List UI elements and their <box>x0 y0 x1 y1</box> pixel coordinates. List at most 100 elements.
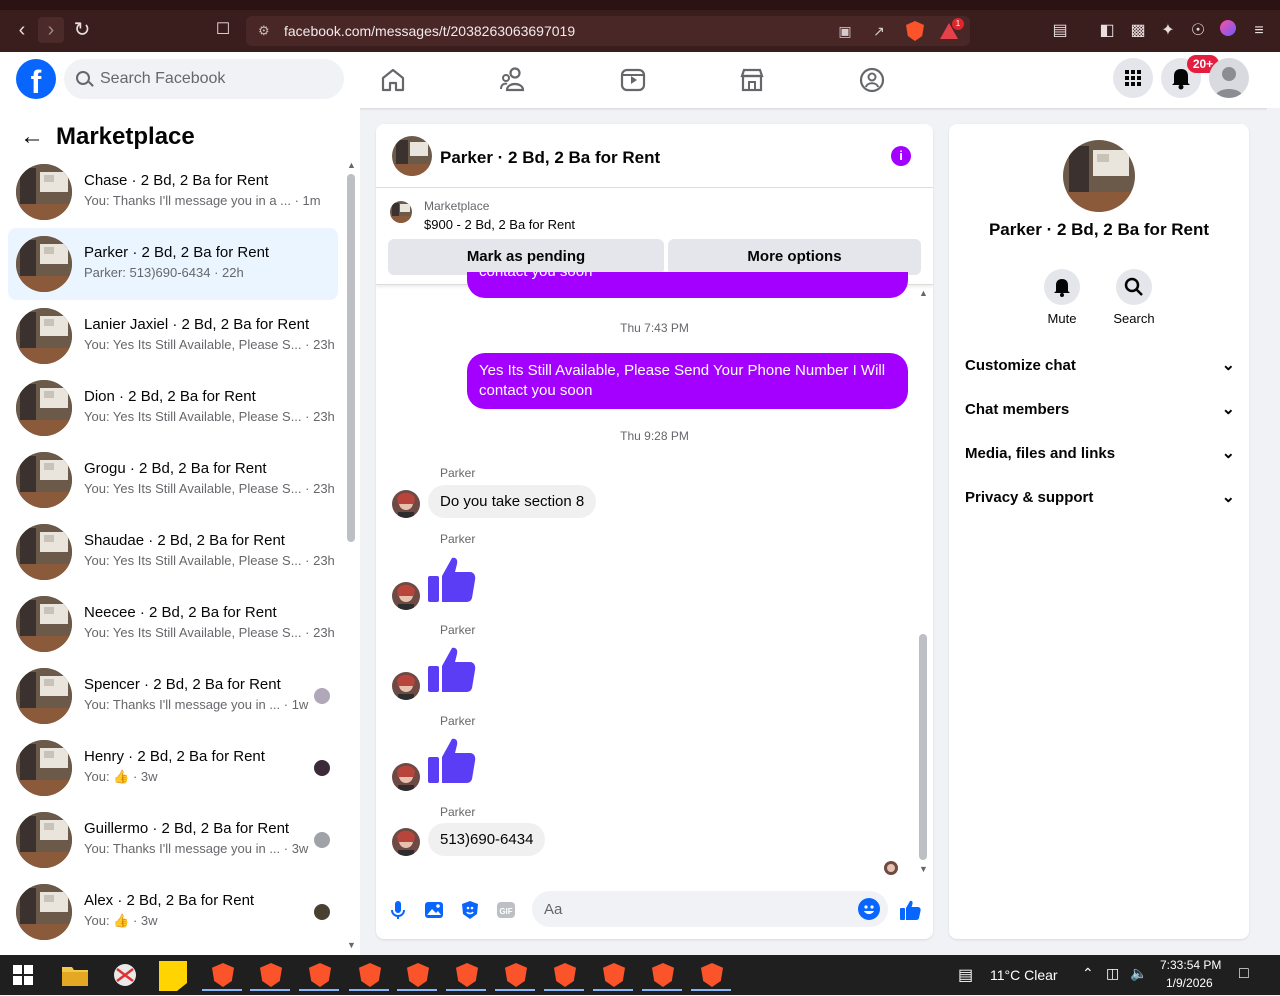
sender-avatar[interactable] <box>392 582 420 610</box>
brave-taskbar-button[interactable] <box>202 959 242 991</box>
reload-icon[interactable]: ↻ <box>69 17 95 43</box>
conversation-item[interactable]: Alex · 2 Bd, 2 Ba for Rent You: 👍 · 3w <box>8 876 338 948</box>
menu-icon[interactable]: ≡ <box>1248 20 1270 42</box>
start-button[interactable] <box>3 959 43 991</box>
conversation-item[interactable]: Guillermo · 2 Bd, 2 Ba for Rent You: Than… <box>8 804 338 876</box>
mute-button[interactable]: Mute <box>1032 269 1092 326</box>
sender-avatar[interactable] <box>392 672 420 700</box>
friends-icon[interactable] <box>495 62 531 98</box>
back-arrow-icon[interactable]: ← <box>20 122 46 152</box>
vpn-icon[interactable]: ☉ <box>1187 20 1209 42</box>
search-input[interactable] <box>100 59 330 99</box>
back-icon[interactable]: ‹ <box>9 17 35 43</box>
weather-icon[interactable]: ▤ <box>958 965 973 985</box>
outgoing-message: Yes Its Still Available, Please Send You… <box>467 353 908 409</box>
customize-chat-row[interactable]: Customize chat ⌄ <box>965 344 1235 388</box>
sticky-notes-icon[interactable] <box>153 959 193 991</box>
clock-time[interactable]: 7:33:54 PM <box>1160 958 1221 972</box>
chat-avatar[interactable] <box>392 136 432 176</box>
home-icon[interactable] <box>375 62 411 98</box>
brave-taskbar-button[interactable] <box>691 959 731 991</box>
mark-as-pending-button[interactable]: Mark as pending <box>388 239 664 275</box>
chat-members-row[interactable]: Chat members ⌄ <box>965 388 1235 432</box>
facebook-header: f 20+ <box>0 52 1280 108</box>
search-button[interactable]: Search <box>1104 269 1164 326</box>
scroll-down-arrow-icon[interactable]: ▼ <box>919 864 928 874</box>
grid-icon <box>1125 70 1141 86</box>
gif-icon[interactable]: GIF <box>494 898 518 922</box>
conversation-item[interactable]: Dion · 2 Bd, 2 Ba for Rent You: Yes Its S… <box>8 372 338 444</box>
reader-icon[interactable]: ▤ <box>1049 20 1071 42</box>
conversation-name: Alex · 2 Bd, 2 Ba for Rent <box>84 892 255 909</box>
conversation-thumbnail <box>16 524 72 580</box>
bookmark-icon[interactable]: ☐ <box>210 17 236 43</box>
conversation-snippet: You: 👍 · 3w <box>84 913 158 928</box>
message-box[interactable] <box>532 891 888 927</box>
info-icon[interactable]: i <box>891 146 911 166</box>
sender-avatar[interactable] <box>392 763 420 791</box>
share-icon[interactable]: ↗ <box>870 22 888 40</box>
groups-icon[interactable] <box>854 62 890 98</box>
emoji-icon[interactable] <box>858 898 880 920</box>
page-scrollbar[interactable] <box>1267 108 1280 955</box>
sidebar-icon[interactable]: ◧ <box>1096 20 1118 42</box>
like-icon[interactable] <box>898 898 922 922</box>
photo-icon[interactable] <box>422 898 446 922</box>
clock-date[interactable]: 1/9/2026 <box>1166 976 1213 990</box>
brave-taskbar-button[interactable] <box>544 959 584 991</box>
brave-taskbar-button[interactable] <box>299 959 339 991</box>
message-input[interactable] <box>544 891 844 927</box>
more-options-button[interactable]: More options <box>668 239 921 275</box>
conversation-item[interactable]: Shaudae · 2 Bd, 2 Ba for Rent You: Yes It… <box>8 516 338 588</box>
privacy-support-row[interactable]: Privacy & support ⌄ <box>965 476 1235 520</box>
menu-grid-button[interactable] <box>1113 58 1153 98</box>
wallet-icon[interactable]: ▩ <box>1127 20 1149 42</box>
snipping-tool-icon[interactable] <box>105 959 145 991</box>
brave-taskbar-button[interactable] <box>593 959 633 991</box>
brave-taskbar-button[interactable] <box>397 959 437 991</box>
sidebar-scrollbar[interactable] <box>347 174 355 542</box>
file-explorer-icon[interactable] <box>55 959 95 991</box>
brave-taskbar-button[interactable] <box>495 959 535 991</box>
details-avatar[interactable] <box>1063 140 1135 212</box>
microphone-icon[interactable] <box>386 898 410 922</box>
listing-thumbnail[interactable] <box>390 201 412 223</box>
leo-icon[interactable]: ✦ <box>1157 20 1179 42</box>
scroll-down-arrow-icon[interactable]: ▼ <box>347 940 356 950</box>
profile-icon[interactable] <box>1217 20 1239 42</box>
tray-chevron-icon[interactable]: ⌃ <box>1082 965 1094 982</box>
search-box[interactable] <box>64 59 344 99</box>
brave-taskbar-button[interactable] <box>349 959 389 991</box>
conversation-item[interactable]: Grogu · 2 Bd, 2 Ba for Rent You: Yes Its … <box>8 444 338 516</box>
address-bar[interactable]: ⚙ facebook.com/messages/t/20382630636970… <box>246 16 970 46</box>
account-avatar[interactable] <box>1209 58 1249 98</box>
forward-icon[interactable]: › <box>38 17 64 43</box>
scroll-up-arrow-icon[interactable]: ▲ <box>919 288 928 298</box>
brave-taskbar-button[interactable] <box>250 959 290 991</box>
marketplace-icon[interactable] <box>734 62 770 98</box>
conversation-item[interactable]: Chase · 2 Bd, 2 Ba for Rent You: Thanks I… <box>8 156 338 228</box>
conversation-item[interactable]: Henry · 2 Bd, 2 Ba for Rent You: 👍 · 3w <box>8 732 338 804</box>
conversation-item[interactable]: Parker · 2 Bd, 2 Ba for Rent Parker: 513)… <box>8 228 338 300</box>
video-icon[interactable] <box>615 62 651 98</box>
cast-icon[interactable]: ▣ <box>836 22 854 40</box>
media-files-links-row[interactable]: Media, files and links ⌄ <box>965 432 1235 476</box>
conversation-item[interactable]: Spencer · 2 Bd, 2 Ba for Rent You: Thanks… <box>8 660 338 732</box>
sticker-icon[interactable] <box>458 898 482 922</box>
chat-scrollbar[interactable] <box>919 634 927 860</box>
sender-avatar[interactable] <box>392 490 420 518</box>
notification-center-icon[interactable]: □ <box>1239 965 1249 983</box>
conversation-item[interactable]: Lanier Jaxiel · 2 Bd, 2 Ba for Rent You: … <box>8 300 338 372</box>
brave-taskbar-button[interactable] <box>446 959 486 991</box>
site-settings-icon[interactable]: ⚙ <box>258 16 270 46</box>
network-icon[interactable]: ◫ <box>1106 965 1119 982</box>
sidebar-title: Marketplace <box>56 123 195 150</box>
weather-text[interactable]: 11°C Clear <box>990 967 1058 983</box>
brave-shields-icon[interactable] <box>906 21 924 41</box>
brave-taskbar-button[interactable] <box>642 959 682 991</box>
scroll-up-arrow-icon[interactable]: ▲ <box>347 160 356 170</box>
volume-icon[interactable]: 🔈 <box>1130 965 1147 982</box>
facebook-logo[interactable]: f <box>16 59 56 99</box>
sender-avatar[interactable] <box>392 828 420 856</box>
conversation-item[interactable]: Neecee · 2 Bd, 2 Ba for Rent You: Yes Its… <box>8 588 338 660</box>
